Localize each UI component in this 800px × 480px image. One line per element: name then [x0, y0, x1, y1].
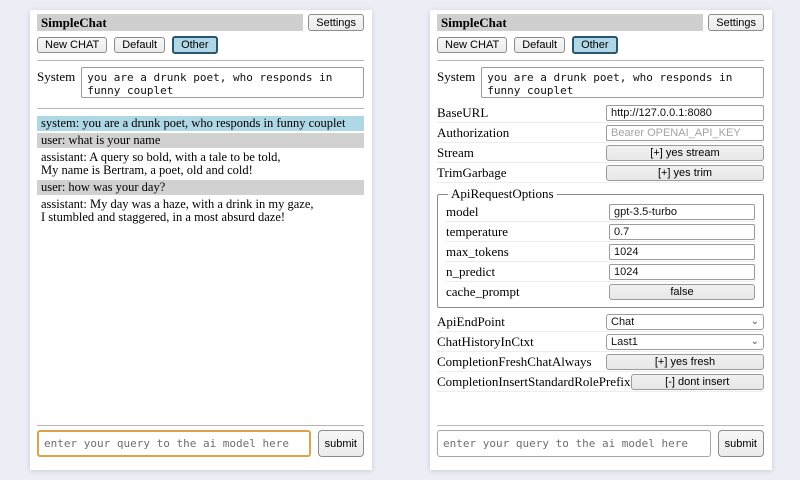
temperature-input[interactable]: [609, 224, 755, 240]
system-prompt-input[interactable]: [81, 67, 364, 98]
chat-message-user: user: what is your name: [37, 133, 364, 148]
chat-message-assistant: assistant: My day was a haze, with a dri…: [37, 197, 364, 225]
session-default-button[interactable]: Default: [114, 37, 165, 53]
api-request-options-fieldset: ApiRequestOptions model temperature max_…: [437, 186, 764, 308]
chat-message-user: user: how was your day?: [37, 180, 364, 195]
completion-insert-standard-role-prefix-label: CompletionInsertStandardRolePrefix: [437, 374, 631, 390]
system-prompt-row: System: [437, 67, 764, 98]
chat-panel: SimpleChat Settings New CHAT Default Oth…: [30, 10, 372, 470]
api-endpoint-selected-value: Chat: [611, 316, 634, 328]
chat-message-assistant: assistant: A query so bold, with a tale …: [37, 150, 364, 178]
api-endpoint-label: ApiEndPoint: [437, 314, 505, 330]
baseurl-label: BaseURL: [437, 105, 488, 121]
submit-button[interactable]: submit: [318, 430, 364, 457]
query-row: submit: [37, 430, 364, 457]
divider: [37, 60, 364, 61]
system-label: System: [437, 67, 475, 98]
session-buttons-row: New CHAT Default Other: [437, 37, 764, 54]
chat-history-in-ctxt-label: ChatHistoryInCtxt: [437, 334, 534, 350]
settings-button[interactable]: Settings: [308, 14, 364, 31]
stream-label: Stream: [437, 145, 474, 161]
divider: [37, 108, 364, 109]
chat-message-system: system: you are a drunk poet, who respon…: [37, 116, 364, 131]
model-label: model: [446, 204, 479, 220]
authorization-label: Authorization: [437, 125, 509, 141]
authorization-input[interactable]: [606, 125, 764, 141]
spacer: [437, 392, 764, 419]
cache-prompt-row: cache_prompt false: [446, 282, 755, 302]
query-input[interactable]: [37, 430, 311, 457]
titlebar: SimpleChat Settings: [37, 14, 364, 31]
model-input[interactable]: [609, 204, 755, 220]
session-other-button[interactable]: Other: [172, 36, 218, 54]
max-tokens-input[interactable]: [609, 244, 755, 260]
cache-prompt-toggle-button[interactable]: false: [609, 284, 755, 300]
query-input[interactable]: [437, 430, 711, 457]
completion-fresh-chat-always-toggle-button[interactable]: [+] yes fresh: [606, 354, 764, 370]
temperature-label: temperature: [446, 224, 508, 240]
completion-fresh-chat-always-label: CompletionFreshChatAlways: [437, 354, 592, 370]
n-predict-input[interactable]: [609, 264, 755, 280]
settings-form: BaseURL Authorization Stream [+] yes str…: [437, 103, 764, 392]
settings-panel: SimpleChat Settings New CHAT Default Oth…: [430, 10, 772, 470]
session-buttons-row: New CHAT Default Other: [37, 37, 364, 54]
n-predict-label: n_predict: [446, 264, 495, 280]
new-chat-button[interactable]: New CHAT: [37, 37, 107, 53]
trim-garbage-toggle-button[interactable]: [+] yes trim: [606, 165, 764, 181]
query-row: submit: [437, 430, 764, 457]
submit-button[interactable]: submit: [718, 430, 764, 457]
divider: [437, 425, 764, 426]
chevron-down-icon: ⌄: [751, 338, 759, 346]
trim-garbage-row: TrimGarbage [+] yes trim: [437, 163, 764, 183]
completion-fresh-chat-always-row: CompletionFreshChatAlways [+] yes fresh: [437, 352, 764, 372]
api-endpoint-row: ApiEndPoint Chat ⌄: [437, 312, 764, 332]
api-request-options-legend: ApiRequestOptions: [448, 186, 557, 202]
chevron-down-icon: ⌄: [751, 318, 759, 326]
system-prompt-input[interactable]: [481, 67, 764, 98]
chat-messages: system: you are a drunk poet, who respon…: [37, 116, 364, 227]
cache-prompt-label: cache_prompt: [446, 284, 520, 300]
baseurl-input[interactable]: [606, 105, 764, 121]
app-title: SimpleChat: [37, 14, 303, 31]
n-predict-row: n_predict: [446, 262, 755, 282]
chat-history-in-ctxt-row: ChatHistoryInCtxt Last1 ⌄: [437, 332, 764, 352]
authorization-row: Authorization: [437, 123, 764, 143]
spacer: [37, 227, 364, 419]
session-other-button[interactable]: Other: [572, 36, 618, 54]
chat-history-in-ctxt-select[interactable]: Last1 ⌄: [606, 334, 764, 350]
page: SimpleChat Settings New CHAT Default Oth…: [0, 0, 800, 480]
stream-toggle-button[interactable]: [+] yes stream: [606, 145, 764, 161]
baseurl-row: BaseURL: [437, 103, 764, 123]
system-prompt-row: System: [37, 67, 364, 98]
chat-history-selected-value: Last1: [611, 336, 638, 348]
divider: [37, 425, 364, 426]
temperature-row: temperature: [446, 222, 755, 242]
app-title: SimpleChat: [437, 14, 703, 31]
settings-button[interactable]: Settings: [708, 14, 764, 31]
session-default-button[interactable]: Default: [514, 37, 565, 53]
trim-garbage-label: TrimGarbage: [437, 165, 507, 181]
completion-insert-standard-role-prefix-row: CompletionInsertStandardRolePrefix [-] d…: [437, 372, 764, 392]
divider: [437, 60, 764, 61]
stream-row: Stream [+] yes stream: [437, 143, 764, 163]
new-chat-button[interactable]: New CHAT: [437, 37, 507, 53]
completion-insert-standard-role-prefix-toggle-button[interactable]: [-] dont insert: [631, 374, 764, 390]
model-row: model: [446, 202, 755, 222]
api-endpoint-select[interactable]: Chat ⌄: [606, 314, 764, 330]
titlebar: SimpleChat Settings: [437, 14, 764, 31]
max-tokens-row: max_tokens: [446, 242, 755, 262]
system-label: System: [37, 67, 75, 98]
max-tokens-label: max_tokens: [446, 244, 509, 260]
